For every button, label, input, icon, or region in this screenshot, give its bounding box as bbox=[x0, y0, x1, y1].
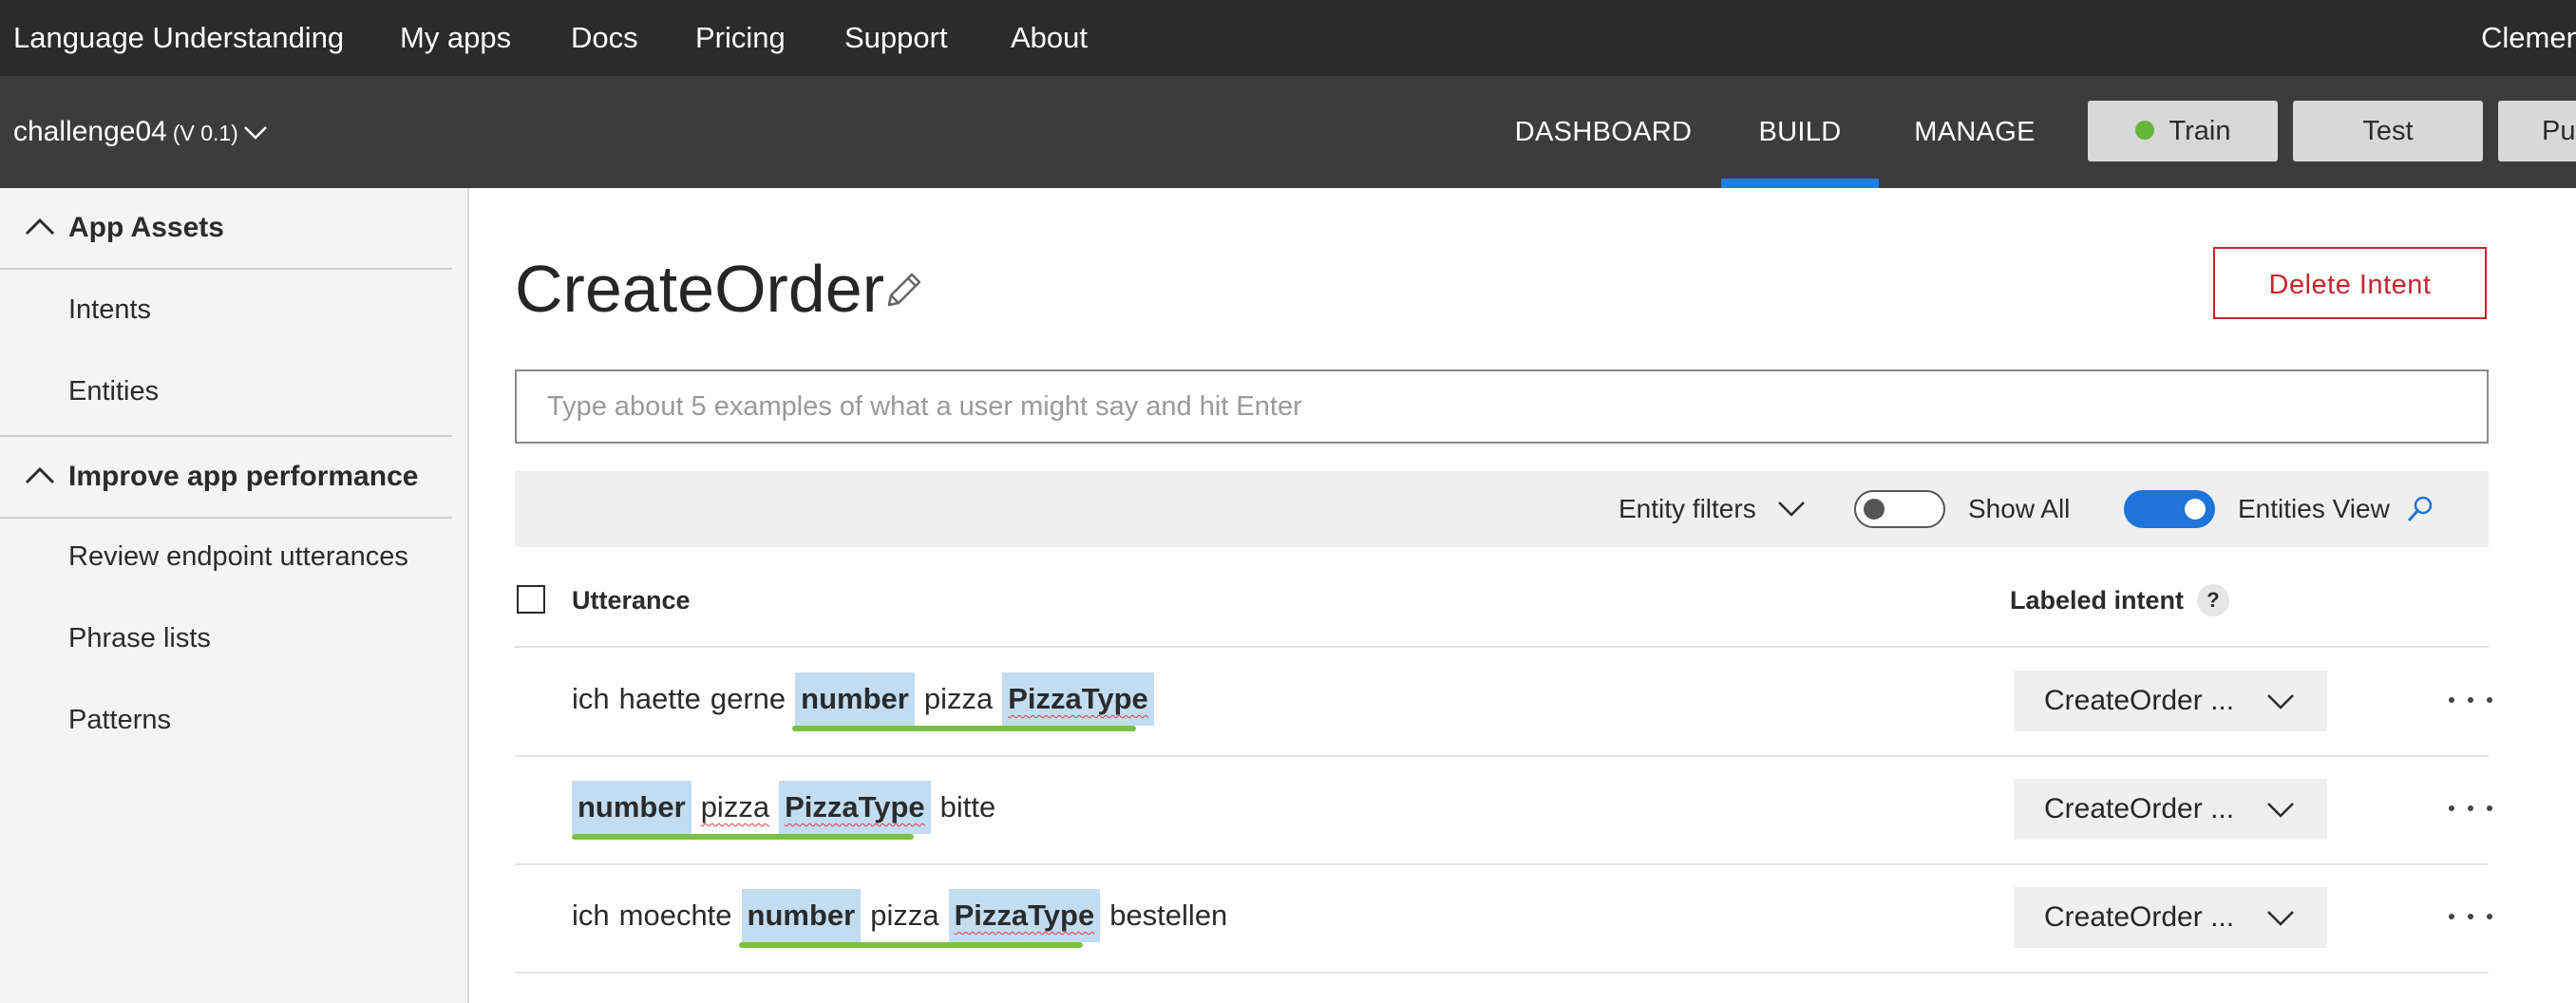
tab-build[interactable]: BUILD bbox=[1721, 76, 1879, 188]
labeled-intent-dropdown[interactable]: CreateOrder ... bbox=[2014, 887, 2327, 948]
sidebar-item-review-endpoint-utterances[interactable]: Review endpoint utterances bbox=[68, 528, 408, 585]
chevron-up-icon bbox=[25, 218, 55, 236]
train-status-icon bbox=[2134, 121, 2154, 141]
word: pizza bbox=[870, 899, 939, 932]
app-header-bar: challenge04 (V 0.1) DASHBOARD BUILD MANAG… bbox=[0, 76, 2576, 188]
test-button[interactable]: Test bbox=[2293, 101, 2483, 161]
entities-view-label: Entities View bbox=[2238, 494, 2390, 523]
word: ich bbox=[572, 899, 610, 932]
chevron-down-icon bbox=[243, 126, 267, 140]
word: moechte bbox=[618, 899, 732, 932]
show-all-toggle[interactable] bbox=[1854, 490, 1945, 528]
user-account-menu[interactable]: Clemen bbox=[2481, 0, 2576, 76]
train-label: Train bbox=[2169, 116, 2231, 146]
chevron-down-icon bbox=[2267, 911, 2294, 926]
entity-filters-dropdown[interactable]: Entity filters bbox=[1619, 471, 1806, 547]
column-header-utterance[interactable]: Utterance bbox=[572, 570, 691, 631]
table-row[interactable]: number pizza PizzaType bitte CreateOrder ..… bbox=[515, 756, 2492, 862]
word: bitte bbox=[939, 790, 996, 823]
sidebar-section-label: App Assets bbox=[68, 212, 224, 243]
tab-manage[interactable]: MANAGE bbox=[1904, 76, 2046, 188]
nav-language-understanding[interactable]: Language Understanding bbox=[13, 0, 344, 76]
sidebar-item-intents[interactable]: Intents bbox=[68, 281, 151, 338]
table-row[interactable]: ich moechte number pizza PizzaType bestellen … bbox=[515, 864, 2492, 971]
sidebar-section-app-assets[interactable]: App Assets bbox=[0, 188, 452, 270]
labeled-intent-dropdown[interactable]: CreateOrder ... bbox=[2014, 779, 2327, 840]
entity-label-number[interactable]: number bbox=[741, 889, 862, 942]
intent-value: CreateOrder ... bbox=[2044, 685, 2235, 716]
utterance-text[interactable]: ich haette gerne number pizza PizzaType bbox=[572, 672, 1164, 726]
nav-about[interactable]: About bbox=[1011, 0, 1088, 76]
divider bbox=[515, 972, 2489, 974]
publish-button[interactable]: Pu bbox=[2498, 101, 2576, 161]
entity-filters-label: Entity filters bbox=[1619, 494, 1756, 523]
intent-value: CreateOrder ... bbox=[2044, 901, 2235, 933]
nav-pricing[interactable]: Pricing bbox=[695, 0, 786, 76]
word: pizza bbox=[700, 790, 770, 823]
toggle-knob bbox=[1864, 499, 1885, 520]
sidebar-section-improve-performance[interactable]: Improve app performance bbox=[0, 435, 452, 519]
chevron-up-icon bbox=[25, 466, 55, 484]
sidebar-item-patterns[interactable]: Patterns bbox=[68, 691, 171, 748]
table-row[interactable]: ich haette gerne number pizza PizzaType Creat… bbox=[515, 648, 2492, 754]
column-header-labeled-intent: Labeled intent? bbox=[2010, 570, 2230, 631]
more-options-icon[interactable] bbox=[2443, 785, 2500, 832]
filter-bar: Entity filters Show All Entities View bbox=[515, 471, 2489, 547]
word: bestellen bbox=[1109, 899, 1228, 932]
word: haette bbox=[618, 682, 701, 715]
search-icon[interactable] bbox=[2405, 494, 2435, 524]
word: pizza bbox=[923, 682, 994, 715]
nav-my-apps[interactable]: My apps bbox=[400, 0, 511, 76]
word: ich bbox=[572, 682, 610, 715]
chevron-down-icon bbox=[2267, 694, 2294, 710]
entities-view-toggle[interactable] bbox=[2124, 490, 2215, 528]
toggle-knob bbox=[2185, 499, 2206, 520]
top-navigation: Language Understanding My apps Docs Pric… bbox=[0, 0, 2576, 76]
entity-composite-line bbox=[739, 942, 1083, 948]
sidebar-item-entities[interactable]: Entities bbox=[68, 363, 159, 420]
utterance-text[interactable]: ich moechte number pizza PizzaType bestellen bbox=[572, 889, 1227, 942]
nav-support[interactable]: Support bbox=[844, 0, 948, 76]
utterance-input[interactable] bbox=[515, 369, 2489, 444]
entity-composite-line bbox=[792, 726, 1136, 731]
chevron-down-icon bbox=[2267, 803, 2294, 818]
train-button[interactable]: Train bbox=[2088, 101, 2278, 161]
labeled-intent-label: Labeled intent bbox=[2010, 586, 2185, 615]
app-version-selector[interactable]: challenge04 (V 0.1) bbox=[13, 76, 269, 188]
word: gerne bbox=[710, 682, 786, 715]
labeled-intent-dropdown[interactable]: CreateOrder ... bbox=[2014, 671, 2327, 731]
entity-label-pizzatype[interactable]: PizzaType bbox=[948, 889, 1101, 942]
entity-label-number[interactable]: number bbox=[795, 672, 915, 726]
sidebar-item-phrase-lists[interactable]: Phrase lists bbox=[68, 610, 211, 667]
app-name: challenge04 bbox=[13, 116, 167, 147]
sidebar: App Assets Intents Entities Improve app … bbox=[0, 188, 469, 1003]
nav-docs[interactable]: Docs bbox=[571, 0, 638, 76]
more-options-icon[interactable] bbox=[2443, 676, 2500, 724]
entity-label-pizzatype[interactable]: PizzaType bbox=[779, 781, 931, 834]
entity-label-pizzatype[interactable]: PizzaType bbox=[1002, 672, 1154, 726]
more-options-icon[interactable] bbox=[2443, 893, 2500, 940]
tab-dashboard[interactable]: DASHBOARD bbox=[1510, 76, 1696, 188]
page-title: CreateOrder bbox=[515, 252, 885, 326]
select-all-checkbox[interactable] bbox=[517, 585, 545, 614]
active-tab-indicator bbox=[1721, 179, 1879, 188]
sidebar-section-label: Improve app performance bbox=[68, 461, 419, 492]
show-all-label: Show All bbox=[1968, 494, 2071, 523]
app-version: (V 0.1) bbox=[172, 121, 238, 145]
pencil-icon[interactable] bbox=[881, 269, 925, 312]
chevron-down-icon bbox=[1777, 501, 1805, 517]
utterance-text[interactable]: number pizza PizzaType bitte bbox=[572, 781, 995, 834]
entity-label-number[interactable]: number bbox=[572, 781, 691, 834]
help-icon[interactable]: ? bbox=[2197, 583, 2230, 616]
entity-composite-line bbox=[572, 834, 914, 840]
intent-value: CreateOrder ... bbox=[2044, 793, 2235, 824]
delete-intent-button[interactable]: Delete Intent bbox=[2213, 247, 2487, 319]
